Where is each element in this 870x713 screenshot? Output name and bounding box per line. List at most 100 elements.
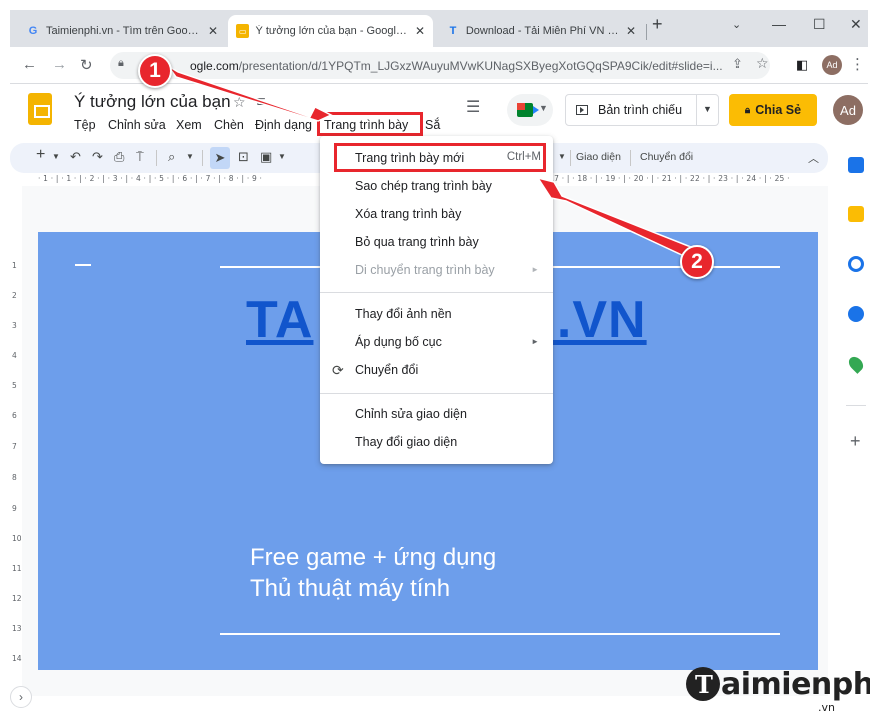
browser-menu-icon[interactable]: ⋮ <box>850 55 865 73</box>
text-box-icon[interactable]: ⊡ <box>238 149 249 165</box>
ruler-number: 5 <box>12 381 17 390</box>
menu-item-change-theme[interactable]: Thay đổi giao diện <box>320 428 553 456</box>
select-cursor-icon[interactable]: ➤ <box>210 147 230 169</box>
comment-icon[interactable]: ☰ <box>466 97 480 117</box>
menu-insert[interactable]: Chèn <box>214 118 244 132</box>
tab-taimienphi-download[interactable]: T Download - Tải Miễn Phí VN - P ✕ <box>438 15 644 47</box>
present-dropdown-icon[interactable]: ▼ <box>703 104 712 114</box>
menu-item-edit-theme[interactable]: Chỉnh sửa giao diện <box>320 400 553 428</box>
toolbar-divider <box>630 150 631 166</box>
back-arrow-icon[interactable]: ← <box>22 56 37 73</box>
submenu-arrow-icon: ► <box>531 265 539 274</box>
document-title[interactable]: Ý tưởng lớn của bạn <box>74 92 231 112</box>
present-label: Bản trình chiếu <box>598 103 683 117</box>
image-icon[interactable]: ▣ <box>260 149 272 165</box>
profile-avatar[interactable]: Ad <box>822 55 842 75</box>
tab-search-icon[interactable]: ⌄ <box>732 18 741 31</box>
menu-item-apply-layout[interactable]: Áp dụng bố cục ► <box>320 328 553 356</box>
new-slide-highlight-box <box>334 143 546 172</box>
menu-format[interactable]: Định dạng <box>255 118 312 132</box>
slides-header: Ý tưởng lớn của bạn ☆ ⊏ Tệp Chỉnh sửa Xe… <box>10 85 868 141</box>
menu-slide-highlight-box <box>317 112 423 136</box>
ruler-number: 10 <box>12 534 22 543</box>
menu-view[interactable]: Xem <box>176 118 202 132</box>
share-button[interactable]: 🔒︎ Chia Sẻ <box>729 94 817 126</box>
menu-divider <box>320 393 553 394</box>
print-icon[interactable]: ⎙ <box>114 149 124 165</box>
undo-icon[interactable]: ↶ <box>70 149 81 165</box>
share-page-icon[interactable]: ⇪ <box>732 56 743 72</box>
user-avatar[interactable]: Ad <box>833 95 863 125</box>
close-window-icon[interactable]: ✕ <box>850 16 862 33</box>
theme-button[interactable]: Giao diện <box>576 151 621 163</box>
side-panel: + <box>838 143 868 543</box>
minimize-icon[interactable]: — <box>772 16 786 32</box>
tab-google-slides[interactable]: ▭ Ý tưởng lớn của bạn - Google Tr ✕ <box>228 15 433 47</box>
slide-subtitle-line-2[interactable]: Thủ thuật máy tính <box>250 575 450 603</box>
side-panel-icon[interactable]: ◧ <box>796 57 808 73</box>
meet-button[interactable]: ▼ <box>507 94 553 126</box>
move-folder-icon[interactable]: ⊏ <box>256 94 266 108</box>
menu-item-label: Thay đổi ảnh nền <box>355 307 452 321</box>
menu-item-transition[interactable]: ⟳ Chuyển đổi <box>320 356 553 384</box>
menu-item-label: Chuyển đổi <box>355 363 419 377</box>
paint-format-icon[interactable]: ⍑ <box>136 149 144 165</box>
vertical-ruler[interactable]: 1 2 3 4 5 6 7 8 9 10 11 12 13 14 <box>10 186 22 686</box>
close-tab-icon[interactable]: ✕ <box>626 24 636 38</box>
tasks-icon[interactable] <box>848 256 864 272</box>
new-tab-button[interactable]: + <box>652 14 663 35</box>
close-tab-icon[interactable]: ✕ <box>415 24 425 38</box>
slide-title-right: I.VN <box>541 291 647 349</box>
lock-icon: 🔒︎ <box>744 104 751 116</box>
menu-file[interactable]: Tệp <box>74 118 96 132</box>
chevron-down-icon[interactable]: ▼ <box>278 152 286 161</box>
slide-subtitle-line-1[interactable]: Free game + ứng dụng <box>250 544 496 572</box>
menu-item-label: Bỏ qua trang trình bày <box>355 235 479 249</box>
taimienphi-logo-icon <box>686 667 720 701</box>
slide-bottom-rule <box>220 633 780 635</box>
tab-title: Taimienphi.vn - Tìm trên Google <box>45 25 202 37</box>
url-text[interactable]: ogle.com/presentation/d/1YPQTm_LJGxzWAuy… <box>190 59 723 73</box>
reload-icon[interactable]: ↻ <box>80 56 93 74</box>
slide-decoration-dash <box>75 264 91 266</box>
browser-tab-strip: G Taimienphi.vn - Tìm trên Google ✕ ▭ Ý … <box>10 10 868 47</box>
menu-item-label: Di chuyển trang trình bày <box>355 263 495 277</box>
ruler-number: 9 <box>12 504 17 513</box>
transition-button[interactable]: Chuyển đổi <box>640 151 693 163</box>
present-button[interactable]: Bản trình chiếu ▼ <box>565 94 719 126</box>
expand-filmstrip-button[interactable]: › <box>10 686 32 708</box>
new-slide-icon[interactable]: + <box>36 146 45 164</box>
maximize-icon[interactable]: ☐ <box>813 16 826 33</box>
url-omnibox[interactable]: 🔒︎ ogle.com/presentation/d/1YPQTm_LJGxzW… <box>110 52 770 79</box>
chevron-down-icon: ▼ <box>539 103 548 113</box>
calendar-icon[interactable] <box>848 157 864 173</box>
star-icon[interactable]: ☆ <box>233 94 246 111</box>
zoom-icon[interactable]: ⌕ <box>168 149 175 165</box>
chevron-down-icon[interactable]: ▼ <box>52 152 60 161</box>
menu-edit[interactable]: Chỉnh sửa <box>108 118 166 132</box>
chevron-down-icon[interactable]: ▼ <box>558 152 566 161</box>
menu-item-change-background[interactable]: Thay đổi ảnh nền <box>320 300 553 328</box>
add-addon-icon[interactable]: + <box>850 431 861 452</box>
transition-icon: ⟳ <box>332 362 344 378</box>
maps-icon[interactable] <box>846 354 866 374</box>
chevron-down-icon[interactable]: ▼ <box>186 152 194 161</box>
menu-item-delete-slide[interactable]: Xóa trang trình bày <box>320 200 553 228</box>
collapse-toolbar-icon[interactable]: ︿ <box>808 150 819 166</box>
url-path: /presentation/d/1YPQTm_LJGxzWAuyuMVwKUNa… <box>238 59 723 73</box>
tab-taimienphi-search[interactable]: G Taimienphi.vn - Tìm trên Google ✕ <box>18 15 226 47</box>
menu-item-skip-slide[interactable]: Bỏ qua trang trình bày <box>320 228 553 256</box>
google-slides-logo[interactable] <box>28 93 52 125</box>
toolbar-divider <box>570 150 571 166</box>
bookmark-star-icon[interactable]: ☆ <box>756 55 769 72</box>
menu-arrange[interactable]: Sắ <box>425 118 440 132</box>
forward-arrow-icon[interactable]: → <box>52 56 67 73</box>
redo-icon[interactable]: ↷ <box>92 149 103 165</box>
menu-item-duplicate-slide[interactable]: Sao chép trang trình bày <box>320 172 553 200</box>
step-2-badge: 2 <box>680 245 714 279</box>
close-tab-icon[interactable]: ✕ <box>208 24 218 38</box>
contacts-icon[interactable] <box>848 306 864 322</box>
keep-icon[interactable] <box>848 206 864 222</box>
toolbar-divider <box>156 150 157 166</box>
lock-icon[interactable]: 🔒︎ <box>118 57 124 70</box>
